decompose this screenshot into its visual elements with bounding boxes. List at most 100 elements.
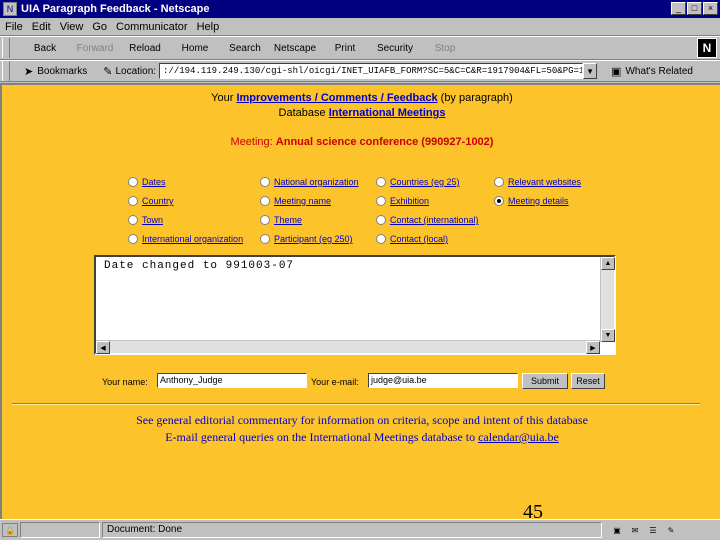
radio-contact-international[interactable]: Contact (international) (376, 215, 479, 225)
radio-button[interactable] (494, 177, 504, 187)
footer-email-prefix: E-mail general queries on the Internatio… (165, 430, 476, 444)
navigation-toolbar: Back Forward Reload Home Search Netscape… (0, 36, 720, 60)
comment-text[interactable]: Date changed to 991003-07 (104, 260, 294, 272)
progress-bar (20, 522, 100, 538)
whats-related-button[interactable]: What's Related (625, 66, 693, 77)
mail-icon[interactable]: ✉ (628, 524, 642, 536)
heading-prefix: Your (211, 92, 234, 104)
name-label: Your name: (102, 377, 148, 387)
radio-national-organization[interactable]: National organization (260, 177, 359, 187)
search-button[interactable]: Search (220, 43, 270, 54)
menu-edit[interactable]: Edit (29, 21, 57, 33)
toolbar-grip[interactable] (2, 38, 10, 58)
radio-exhibition[interactable]: Exhibition (376, 196, 429, 206)
reset-button[interactable]: Reset (571, 373, 605, 389)
reload-button[interactable]: Reload (120, 43, 170, 54)
status-bar: 🔒 Document: Done ▣ ✉ ☰ ✎ (0, 519, 720, 540)
title-bar: N UIA Paragraph Feedback - Netscape _ □ … (0, 0, 720, 18)
meeting-label: Meeting: (230, 136, 273, 148)
stop-button[interactable]: Stop (420, 43, 470, 54)
status-text: Document: Done (102, 522, 602, 538)
page-content: Your Improvements / Comments / Feedback … (0, 83, 720, 523)
radio-button[interactable] (128, 177, 138, 187)
url-input[interactable]: ://194.119.249.130/cgi-shl/oicgi/INET_UI… (159, 63, 584, 79)
vertical-scrollbar[interactable]: ▲ ▼ (600, 257, 615, 342)
location-grip[interactable] (2, 61, 10, 81)
location-label: Location: (115, 65, 157, 77)
radio-countries[interactable]: Countries (eg 25) (376, 177, 460, 187)
radio-relevant-websites[interactable]: Relevant websites (494, 177, 581, 187)
radio-button[interactable] (260, 234, 270, 244)
radio-button[interactable] (128, 215, 138, 225)
radio-dates[interactable]: Dates (128, 177, 166, 187)
radio-button[interactable] (128, 234, 138, 244)
submit-button[interactable]: Submit (522, 373, 568, 389)
back-button[interactable]: Back (20, 43, 70, 54)
comment-textarea[interactable]: Date changed to 991003-07 ▲ ▼ ◀ ▶ (94, 255, 616, 355)
meeting-line: Meeting: Annual science conference (9909… (2, 136, 720, 148)
maximize-button[interactable]: □ (687, 2, 702, 15)
security-button[interactable]: Security (370, 43, 420, 54)
whats-related-icon: ▣ (611, 65, 622, 78)
divider (12, 403, 700, 405)
bookmarks-button[interactable]: Bookmarks (37, 66, 87, 77)
radio-meeting-details[interactable]: Meeting details (494, 196, 569, 206)
radio-town[interactable]: Town (128, 215, 163, 225)
scroll-right-icon[interactable]: ▶ (586, 341, 600, 354)
meeting-value: Annual science conference (990927-1002) (275, 136, 494, 148)
radio-contact-local[interactable]: Contact (local) (376, 234, 448, 244)
radio-button[interactable] (376, 215, 386, 225)
location-icon: ✎ (103, 65, 113, 78)
horizontal-scrollbar[interactable]: ◀ ▶ (96, 340, 600, 354)
radio-button[interactable] (376, 196, 386, 206)
menu-view[interactable]: View (57, 21, 90, 33)
forward-button[interactable]: Forward (70, 43, 120, 54)
navigator-icon[interactable]: ▣ (610, 524, 624, 536)
netscape-logo-icon[interactable]: N (697, 38, 717, 58)
window-title: UIA Paragraph Feedback - Netscape (21, 3, 210, 15)
radio-button[interactable] (260, 215, 270, 225)
radio-meeting-name[interactable]: Meeting name (260, 196, 331, 206)
footer-commentary-link[interactable]: See general editorial commentary for inf… (2, 413, 720, 428)
security-lock-icon[interactable]: 🔒 (2, 523, 18, 537)
radio-participant[interactable]: Participant (eg 250) (260, 234, 353, 244)
close-button[interactable]: × (703, 2, 718, 15)
home-button[interactable]: Home (170, 43, 220, 54)
email-label: Your e-mail: (311, 377, 359, 387)
radio-button[interactable] (128, 196, 138, 206)
radio-button-selected[interactable] (494, 196, 504, 206)
database-link[interactable]: International Meetings (329, 107, 446, 119)
url-dropdown-icon[interactable]: ▼ (583, 63, 598, 79)
email-input[interactable]: judge@uia.be (368, 373, 518, 388)
database-label: Database (278, 107, 326, 119)
radio-button[interactable] (376, 177, 386, 187)
page-heading: Your Improvements / Comments / Feedback … (2, 92, 720, 104)
composer-icon[interactable]: ✎ (664, 524, 678, 536)
minimize-button[interactable]: _ (671, 2, 686, 15)
radio-button[interactable] (376, 234, 386, 244)
scroll-left-icon[interactable]: ◀ (96, 341, 110, 354)
radio-international-organization[interactable]: International organization (128, 234, 243, 244)
footer-email-link[interactable]: calendar@uia.be (478, 430, 559, 444)
menu-communicator[interactable]: Communicator (113, 21, 194, 33)
feedback-link[interactable]: Improvements / Comments / Feedback (236, 92, 437, 104)
database-line: Database International Meetings (2, 107, 720, 119)
radio-country[interactable]: Country (128, 196, 174, 206)
menu-bar: File Edit View Go Communicator Help (0, 18, 720, 36)
location-bar: ➤ Bookmarks ✎ Location: ://194.119.249.1… (0, 60, 720, 82)
footer-email-line: E-mail general queries on the Internatio… (2, 430, 720, 445)
menu-help[interactable]: Help (194, 21, 226, 33)
print-button[interactable]: Print (320, 43, 370, 54)
netscape-button[interactable]: Netscape (270, 43, 320, 54)
scroll-down-icon[interactable]: ▼ (601, 329, 615, 342)
radio-theme[interactable]: Theme (260, 215, 302, 225)
heading-suffix: (by paragraph) (440, 92, 513, 104)
menu-go[interactable]: Go (89, 21, 113, 33)
radio-button[interactable] (260, 196, 270, 206)
radio-button[interactable] (260, 177, 270, 187)
name-input[interactable]: Anthony_Judge (157, 373, 307, 388)
menu-file[interactable]: File (2, 21, 29, 33)
discussions-icon[interactable]: ☰ (646, 524, 660, 536)
scroll-up-icon[interactable]: ▲ (601, 257, 615, 270)
contact-form-row: Your name: Anthony_Judge Your e-mail: ju… (2, 373, 720, 391)
